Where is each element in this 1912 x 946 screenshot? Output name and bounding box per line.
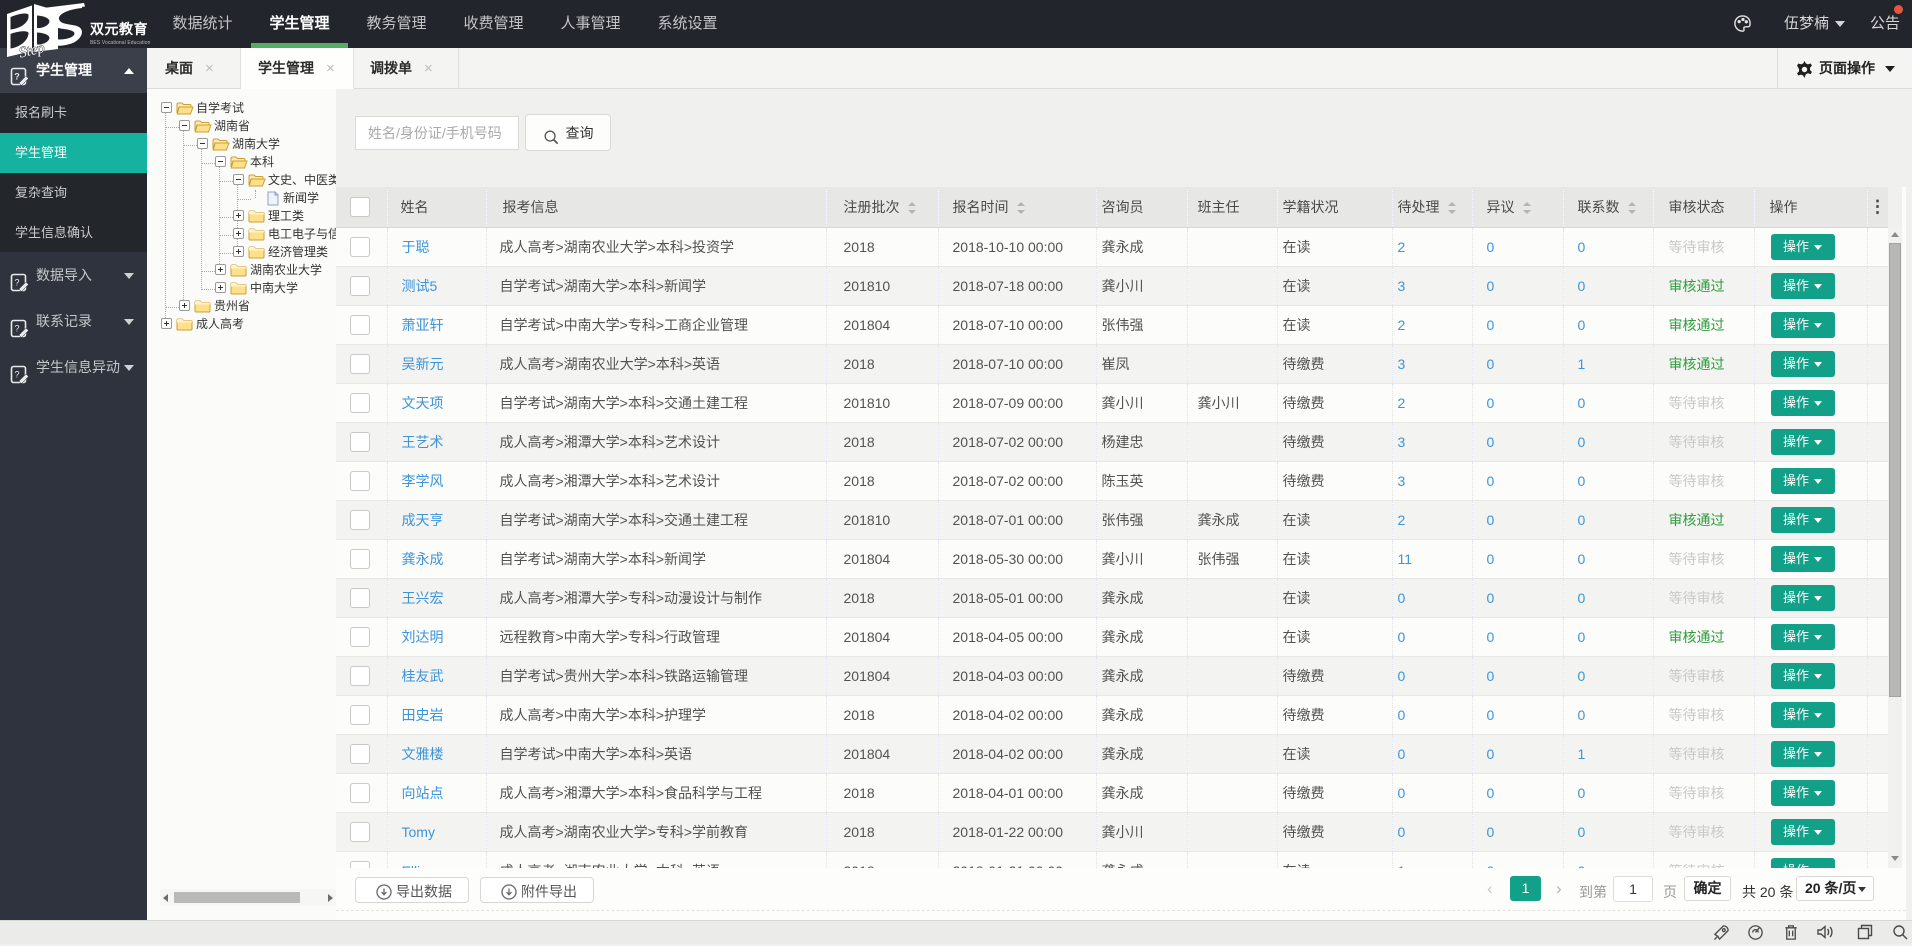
- svg-text:?: ?: [14, 370, 19, 380]
- svg-text:?: ?: [14, 72, 20, 82]
- svg-text:?: ?: [14, 324, 19, 334]
- svg-text:?: ?: [14, 278, 19, 288]
